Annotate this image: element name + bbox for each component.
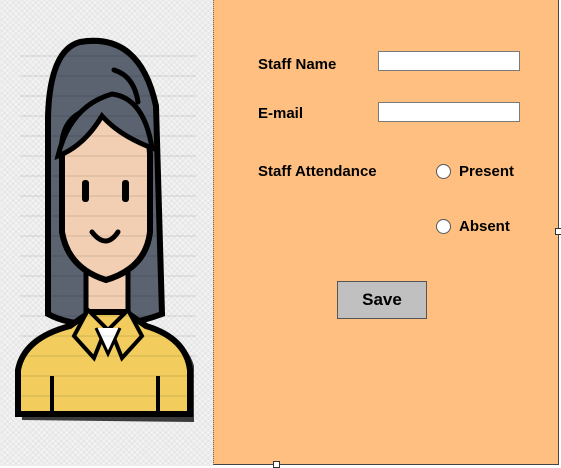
email-label: E-mail (258, 105, 304, 122)
absent-radio[interactable] (436, 219, 451, 234)
staff-attendance-label: Staff Attendance (258, 163, 377, 180)
save-button[interactable]: Save (337, 281, 427, 319)
resize-handle-bottom[interactable] (273, 461, 280, 468)
staff-name-label: Staff Name (258, 56, 337, 73)
present-radio[interactable] (436, 164, 451, 179)
avatar-panel (0, 0, 213, 466)
absent-radio-label[interactable]: Absent (459, 218, 510, 235)
resize-handle-right[interactable] (555, 228, 561, 235)
present-radio-label[interactable]: Present (459, 163, 514, 180)
female-staff-avatar-icon (15, 37, 196, 422)
email-input[interactable] (378, 102, 520, 122)
staff-name-input[interactable] (378, 51, 520, 71)
